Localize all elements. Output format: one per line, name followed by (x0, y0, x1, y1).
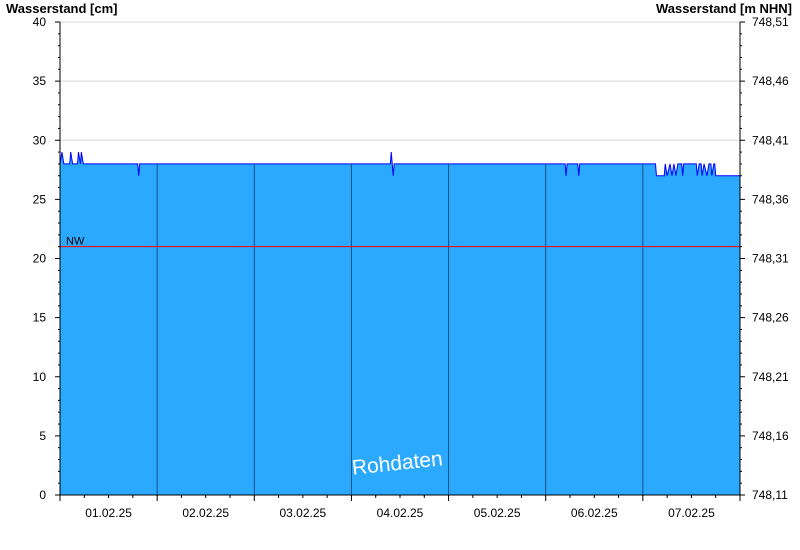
y-tick-label-left: 25 (33, 192, 47, 206)
y-tick-label-left: 15 (33, 311, 47, 325)
x-tick-label: 03.02.25 (279, 506, 326, 520)
y-tick-label-right: 748,16 (752, 429, 789, 443)
y-tick-label-right: 748,51 (752, 15, 789, 29)
x-tick-label: 01.02.25 (85, 506, 132, 520)
y-tick-label-right: 748,36 (752, 192, 789, 206)
y-tick-label-left: 5 (39, 429, 46, 443)
y-tick-label-left: 0 (39, 488, 46, 502)
y-tick-label-right: 748,41 (752, 133, 789, 147)
x-tick-label: 04.02.25 (377, 506, 424, 520)
y-tick-label-right: 748,26 (752, 311, 789, 325)
y-tick-label-left: 40 (33, 15, 47, 29)
y-tick-label-left: 10 (33, 370, 47, 384)
x-tick-label: 07.02.25 (668, 506, 715, 520)
x-tick-label: 02.02.25 (182, 506, 229, 520)
x-tick-label: 06.02.25 (571, 506, 618, 520)
y-tick-label-left: 30 (33, 133, 47, 147)
y-tick-label-right: 748,21 (752, 370, 789, 384)
y-tick-label-right: 748,11 (752, 488, 788, 502)
water-level-chart: NWRohdaten 0 748,11 5 748,16 10 748,21 15 748,2… (33, 15, 789, 520)
series-layer: NWRohdaten (59, 151, 740, 495)
y-tick-label-left: 35 (33, 74, 47, 88)
nw-threshold-label: NW (66, 236, 85, 248)
y-tick-label-right: 748,31 (752, 252, 789, 266)
x-tick-label: 05.02.25 (474, 506, 521, 520)
water-level-area (60, 152, 740, 495)
y-tick-label-left: 20 (33, 252, 47, 266)
y-tick-label-right: 748,46 (752, 74, 789, 88)
